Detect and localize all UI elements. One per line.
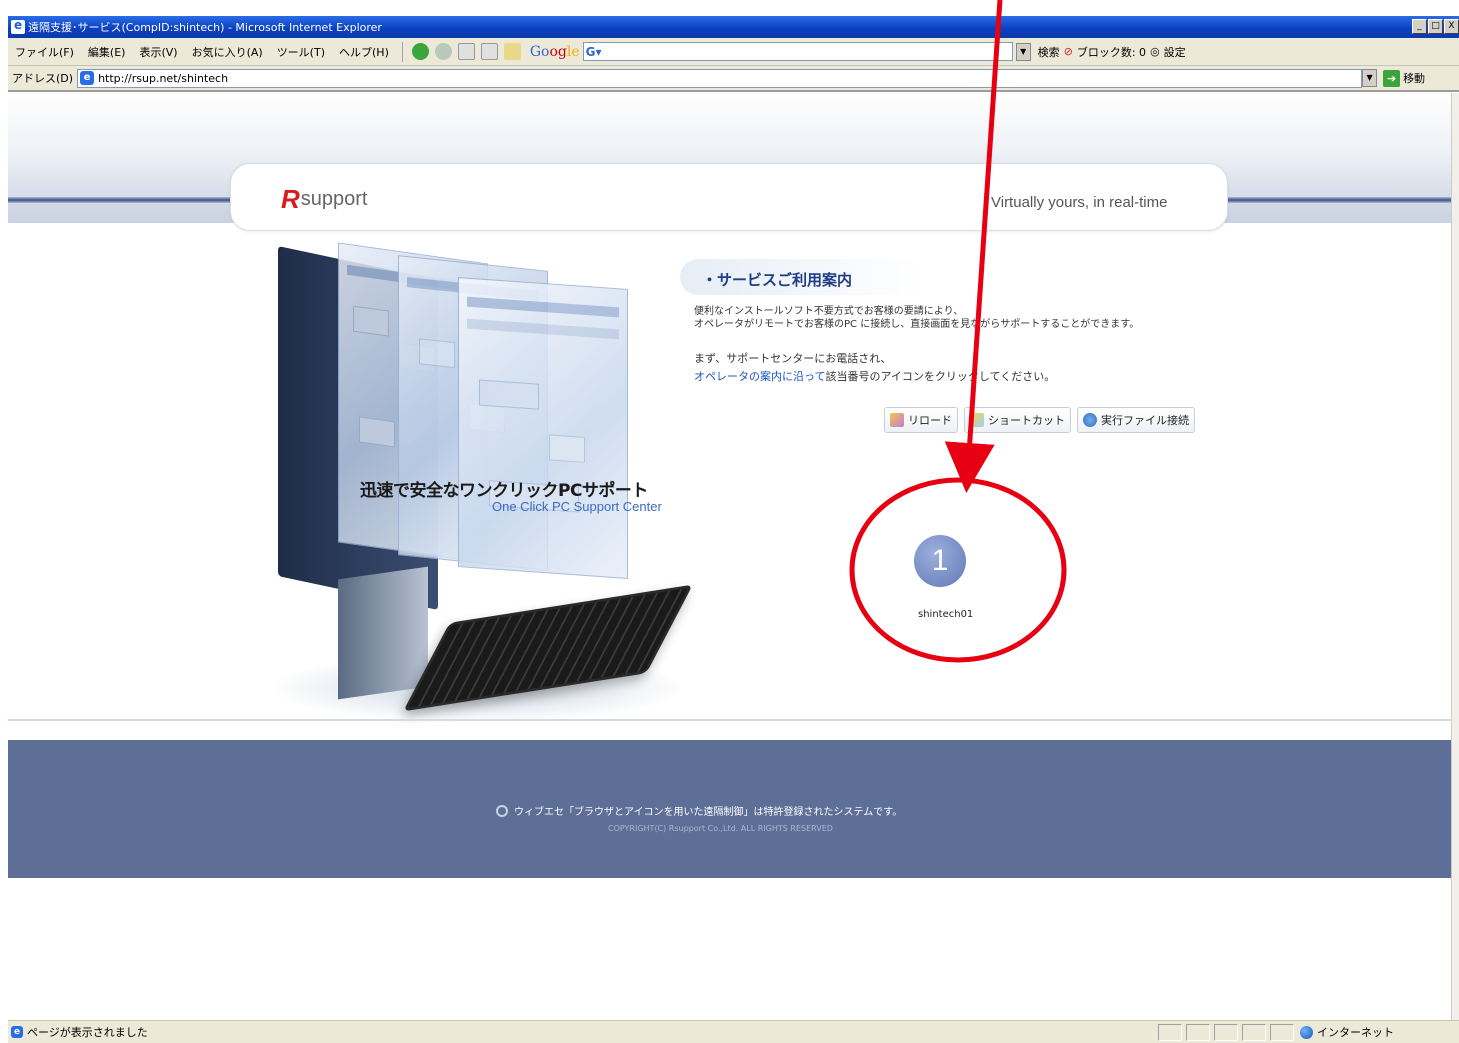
menu-help[interactable]: ヘルプ(H) bbox=[332, 44, 396, 60]
exec-file-icon bbox=[1083, 413, 1097, 427]
address-bar: アドレス(D) e http://rsup.net/shintech ▼ ➔ 移… bbox=[8, 66, 1459, 92]
window-controls: _ □ X bbox=[1412, 19, 1459, 34]
step-line-1: まず、サポートセンターにお電話され、 bbox=[694, 352, 892, 365]
menu-favorites[interactable]: お気に入り(A) bbox=[185, 44, 270, 60]
service-title: ・サービスご利用案内 bbox=[702, 271, 853, 289]
refresh-icon[interactable] bbox=[480, 43, 498, 60]
service-steps: まず、サポートセンターにお電話され、 オペレータの案内に沿って該当番号のアイコン… bbox=[694, 350, 1055, 386]
intro-line-2: オペレータがリモートでお客様のPC に接続し、直接画面を見ながらサポートすること… bbox=[694, 319, 1140, 330]
zone-label: インターネット bbox=[1317, 1026, 1394, 1039]
menu-view[interactable]: 表示(V) bbox=[132, 44, 184, 60]
service-intro: 便利なインストールソフト不要方式でお客様の要請により、 オペレータがリモートでお… bbox=[694, 305, 1139, 331]
toolbar-separator bbox=[401, 41, 403, 62]
content-divider bbox=[8, 719, 1451, 721]
exec-file-label: 実行ファイル接続 bbox=[1101, 414, 1189, 427]
ie-icon bbox=[11, 18, 25, 34]
shortcut-label: ショートカット bbox=[988, 414, 1065, 427]
google-search-input[interactable]: G▾ bbox=[582, 42, 1013, 61]
reload-icon bbox=[890, 413, 904, 427]
user-label[interactable]: shintech01 bbox=[918, 609, 973, 620]
google-toolbar: Google G▾ ▼ 検索 ⊘ ブロック数: 0 ◎ 設定 bbox=[530, 42, 1186, 61]
google-search-button[interactable]: 検索 bbox=[1038, 44, 1060, 60]
screen-layer bbox=[458, 277, 628, 579]
reload-button[interactable]: リロード bbox=[884, 407, 958, 433]
back-icon[interactable] bbox=[411, 43, 429, 60]
forward-icon[interactable] bbox=[434, 43, 452, 60]
minimize-button[interactable]: _ bbox=[1412, 19, 1427, 34]
popup-blocker-count[interactable]: ブロック数: 0 bbox=[1077, 44, 1146, 60]
footer-logo-icon bbox=[496, 804, 508, 817]
action-buttons: リロード ショートカット 実行ファイル接続 bbox=[884, 407, 1195, 433]
address-input[interactable]: e http://rsup.net/shintech bbox=[77, 68, 1363, 88]
logo-text: support bbox=[300, 188, 368, 210]
address-url: http://rsup.net/shintech bbox=[98, 71, 229, 85]
rsupport-logo: R support bbox=[281, 184, 368, 215]
menu-file[interactable]: ファイル(F) bbox=[8, 44, 81, 60]
popup-blocker-icon: ⊘ bbox=[1063, 45, 1073, 58]
google-g-icon: G▾ bbox=[585, 44, 602, 59]
stop-icon[interactable] bbox=[457, 43, 475, 60]
shortcut-icon bbox=[970, 413, 984, 427]
close-button[interactable]: X bbox=[1444, 19, 1459, 34]
menu-toolbar: ファイル(F) 編集(E) 表示(V) お気に入り(A) ツール(T) ヘルプ(… bbox=[8, 38, 1459, 66]
menu-edit[interactable]: 編集(E) bbox=[81, 44, 133, 60]
logo-panel: R support Virtually yours, in real-time bbox=[230, 163, 1228, 231]
operator-guide-link[interactable]: オペレータの案内に沿って bbox=[694, 370, 825, 383]
security-zone: インターネット bbox=[1300, 1024, 1394, 1040]
exec-file-button[interactable]: 実行ファイル接続 bbox=[1077, 407, 1195, 433]
menu-tools[interactable]: ツール(T) bbox=[270, 44, 332, 60]
step-line-2-rest: 該当番号のアイコンをクリックしてください。 bbox=[825, 370, 1056, 383]
footer: ウィブエセ「ブラウザとアイコンを用いた遠隔制御」は特許登録されたシステムです。 … bbox=[8, 740, 1451, 878]
go-arrow-icon: ➔ bbox=[1383, 69, 1401, 87]
footer-copyright: COPYRIGHT(C) Rsupport Co.,Ltd. ALL RIGHT… bbox=[608, 824, 833, 833]
monitor-stand bbox=[338, 566, 428, 700]
settings-button[interactable]: 設定 bbox=[1164, 44, 1186, 60]
google-toolbar-actions: 検索 ⊘ ブロック数: 0 ◎ 設定 bbox=[1038, 44, 1186, 60]
status-bar: e ページが表示されました インターネット bbox=[8, 1020, 1459, 1043]
intro-line-1: 便利なインストールソフト不要方式でお客様の要請により、 bbox=[694, 306, 964, 317]
top-margin bbox=[0, 0, 1459, 16]
r-mark-icon: R bbox=[281, 184, 300, 214]
tagline: Virtually yours, in real-time bbox=[991, 194, 1168, 211]
go-label: 移動 bbox=[1403, 72, 1426, 85]
page-viewport: R support Virtually yours, in real-time bbox=[8, 93, 1451, 1020]
window-title: 遠隔支援･サービス(CompID:shintech) - Microsoft I… bbox=[28, 21, 382, 34]
google-dropdown-button[interactable]: ▼ bbox=[1015, 42, 1031, 61]
address-label: アドレス(D) bbox=[12, 72, 74, 85]
globe-icon bbox=[1300, 1025, 1313, 1039]
footer-text: ウィブエセ「ブラウザとアイコンを用いた遠隔制御」は特許登録されたシステムです。 bbox=[514, 807, 903, 818]
shortcut-button[interactable]: ショートカット bbox=[964, 407, 1071, 433]
vertical-scrollbar[interactable] bbox=[1451, 93, 1459, 1020]
footer-patent: ウィブエセ「ブラウザとアイコンを用いた遠隔制御」は特許登録されたシステムです。 bbox=[496, 803, 902, 818]
step-line-2: オペレータの案内に沿って該当番号のアイコンをクリックしてください。 bbox=[694, 368, 1055, 386]
maximize-button[interactable]: □ bbox=[1428, 19, 1443, 34]
page-done-icon: e bbox=[11, 1026, 23, 1038]
promo-subtitle: One Click PC Support Center bbox=[492, 499, 662, 514]
home-icon[interactable] bbox=[503, 43, 521, 60]
address-dropdown-button[interactable]: ▼ bbox=[1362, 69, 1378, 87]
reload-label: リロード bbox=[908, 414, 952, 427]
status-text: ページが表示されました bbox=[27, 1026, 148, 1039]
go-button[interactable]: ➔ 移動 bbox=[1383, 69, 1426, 87]
numbered-circle-icon[interactable]: 1 bbox=[914, 535, 966, 587]
window-titlebar[interactable]: 遠隔支援･サービス(CompID:shintech) - Microsoft I… bbox=[8, 16, 1459, 38]
settings-icon: ◎ bbox=[1150, 45, 1160, 58]
google-logo: Google bbox=[529, 43, 580, 60]
page-icon: e bbox=[80, 71, 95, 85]
promo-title: 迅速で安全なワンクリックPCサポート bbox=[360, 481, 648, 501]
